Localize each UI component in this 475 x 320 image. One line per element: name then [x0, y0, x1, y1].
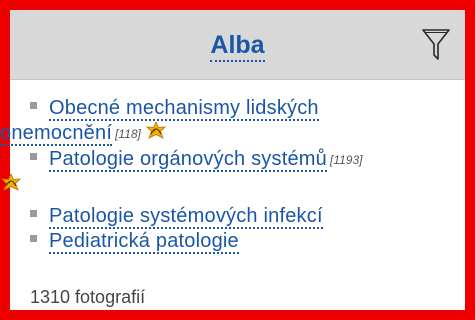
- category-link-patologie-organovych[interactable]: Patologie orgánových systémů: [49, 148, 327, 172]
- list-item-continuation: onemocnění [118]: [0, 121, 455, 147]
- category-list: Obecné mechanismy lidských onemocnění [11…: [0, 96, 455, 254]
- new-badge-icon: [145, 121, 167, 141]
- list-item: Patologie orgánových systémů [1193]: [30, 147, 455, 173]
- item-count: [1193]: [329, 153, 363, 167]
- category-link-obecne-mechanismy[interactable]: Obecné mechanismy lidských: [49, 97, 319, 121]
- panel-title[interactable]: Alba: [10, 30, 465, 62]
- list-item-continuation: [0, 173, 455, 198]
- category-link-patologie-systemovych[interactable]: Patologie systémových infekcí: [49, 205, 323, 229]
- photo-count: 1310 fotografií: [30, 287, 146, 307]
- new-badge-icon: [0, 173, 22, 193]
- item-count: [118]: [115, 127, 141, 141]
- category-link-obecne-mechanismy-cont[interactable]: onemocnění: [0, 122, 113, 146]
- bullet: [30, 153, 37, 161]
- list-item: Pediatrická patologie: [30, 229, 455, 254]
- category-link-pediatricka[interactable]: Pediatrická patologie: [49, 230, 239, 254]
- bullet: [30, 210, 37, 218]
- bullet: [30, 102, 37, 110]
- list-item: Obecné mechanismy lidských: [30, 96, 455, 121]
- list-item: Patologie systémových infekcí: [30, 204, 455, 229]
- filter-icon[interactable]: [421, 27, 451, 63]
- bullet: [30, 235, 37, 243]
- panel-header: Alba: [10, 10, 465, 80]
